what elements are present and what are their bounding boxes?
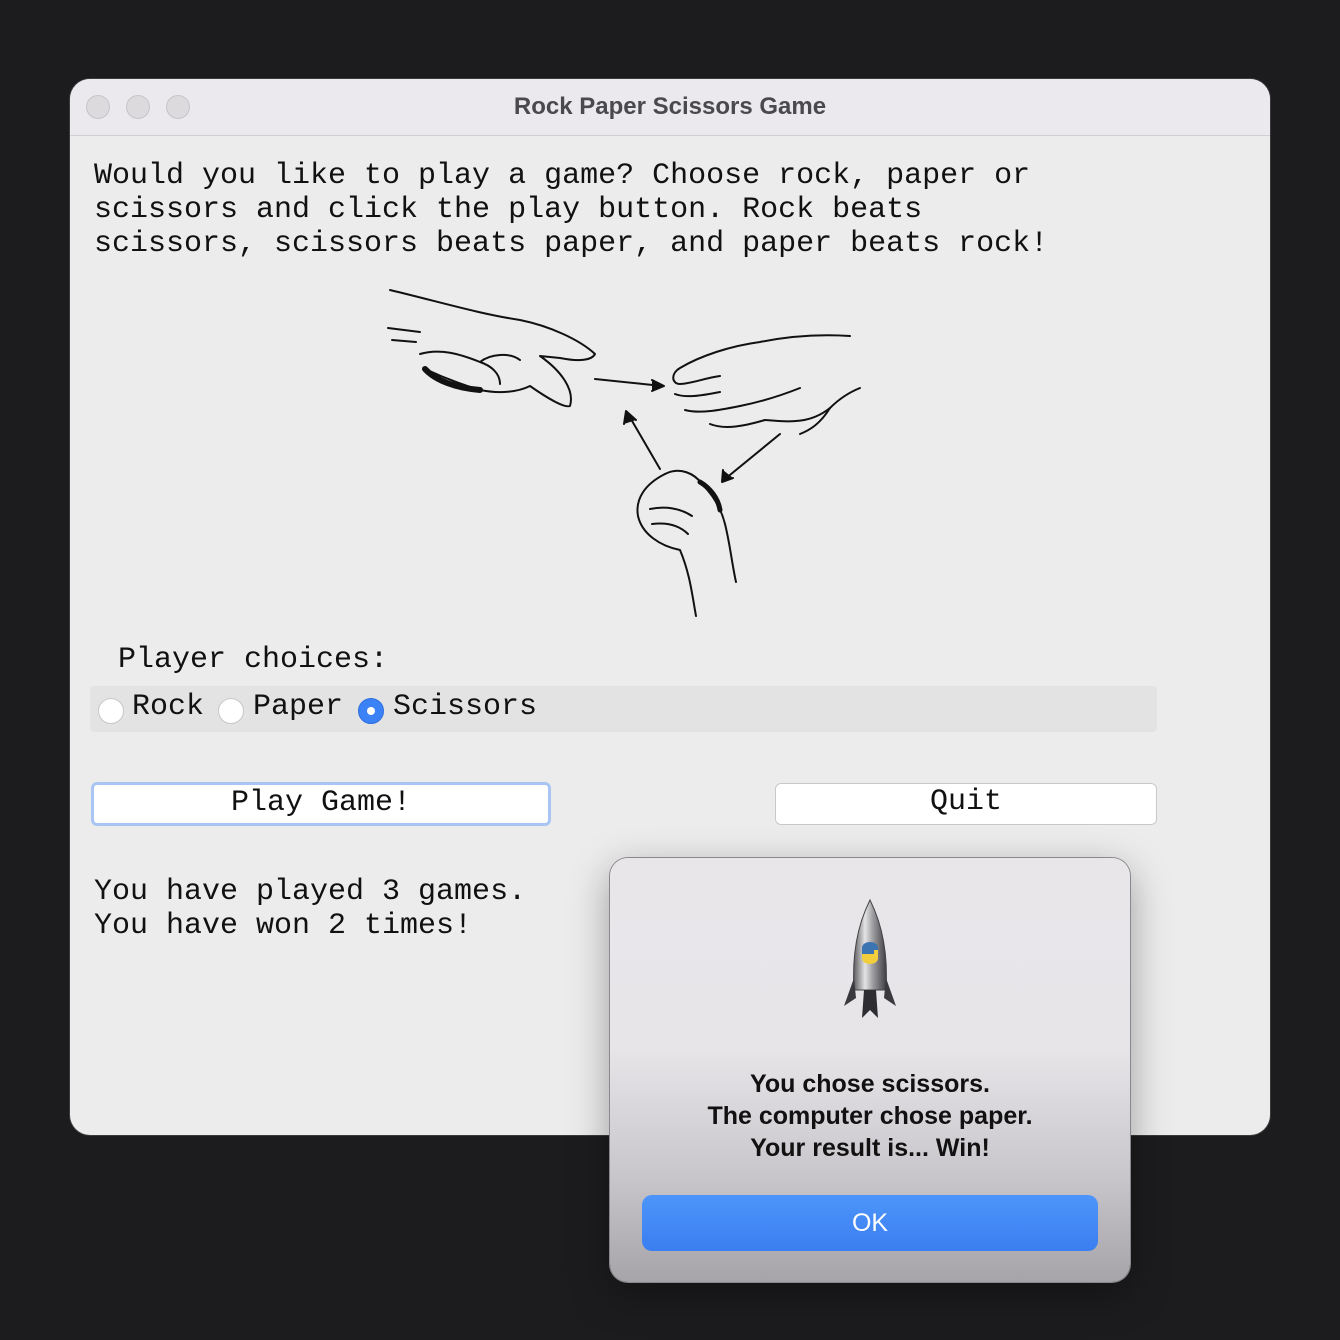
title-bar: Rock Paper Scissors Game <box>70 79 1270 136</box>
choice-radio-group: Rock Paper Scissors <box>90 686 1157 732</box>
games-won-text: You have won 2 times! <box>94 909 473 943</box>
rock-radio[interactable] <box>98 698 124 724</box>
python-launcher-rocket-icon <box>844 898 896 1018</box>
ok-button[interactable]: OK <box>642 1195 1098 1251</box>
player-choice-text: You chose scissors. <box>750 1070 990 1098</box>
computer-choice-text: The computer chose paper. <box>707 1102 1033 1130</box>
games-played-text: You have played 3 games. <box>94 875 527 909</box>
intro-line-1: Would you like to play a game? Choose ro… <box>94 159 1031 193</box>
intro-text: Would you like to play a game? Choose ro… <box>94 159 1194 261</box>
paper-radio[interactable] <box>218 698 244 724</box>
scissors-radio[interactable] <box>358 698 384 724</box>
rock-label[interactable]: Rock <box>132 690 204 724</box>
intro-line-3: scissors, scissors beats paper, and pape… <box>94 227 1049 261</box>
result-text: Your result is... Win! <box>750 1134 990 1162</box>
rock-paper-scissors-hands-illustration <box>387 289 861 617</box>
player-choices-label: Player choices: <box>118 643 389 677</box>
result-dialog: You chose scissors. The computer chose p… <box>610 858 1130 1282</box>
window-title: Rock Paper Scissors Game <box>513 93 827 120</box>
scissors-label[interactable]: Scissors <box>393 690 537 724</box>
quit-button[interactable]: Quit <box>775 783 1157 825</box>
game-stats: You have played 3 games. You have won 2 … <box>94 875 526 943</box>
intro-line-2: scissors and click the play button. Rock… <box>94 193 923 227</box>
paper-label[interactable]: Paper <box>253 690 343 724</box>
play-game-button[interactable]: Play Game! <box>91 782 551 826</box>
result-message: You chose scissors. The computer chose p… <box>610 1068 1130 1164</box>
